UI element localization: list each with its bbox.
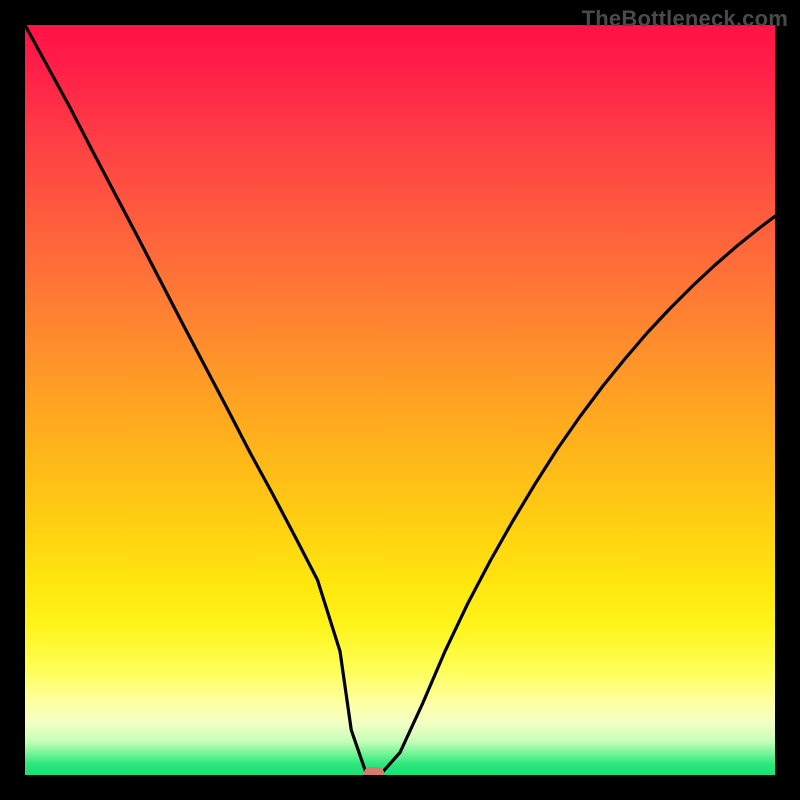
watermark-text: TheBottleneck.com [582, 6, 788, 32]
bottleneck-curve [25, 25, 775, 775]
plot-area [25, 25, 775, 775]
optimal-point-marker [364, 767, 384, 775]
chart-frame: TheBottleneck.com [0, 0, 800, 800]
